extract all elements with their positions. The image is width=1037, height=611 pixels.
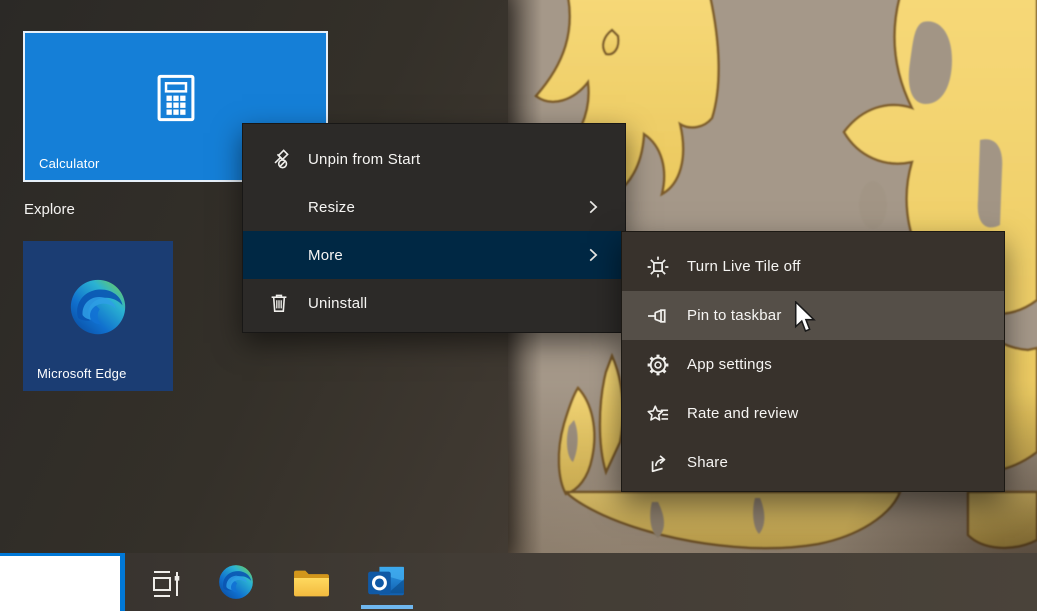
desktop-screen: Calculator Explore Microsoft Edge Unpin … — [0, 0, 1037, 611]
edge-logo-icon — [69, 278, 127, 336]
menu-item-share[interactable]: Share — [622, 438, 1004, 487]
menu-item-label: Turn Live Tile off — [687, 258, 990, 275]
calculator-icon — [157, 74, 195, 122]
menu-item-label: Unpin from Start — [308, 151, 611, 168]
menu-item-uninstall[interactable]: Uninstall — [243, 279, 625, 327]
tile-label: Microsoft Edge — [37, 366, 127, 381]
menu-item-label: Rate and review — [687, 405, 990, 422]
share-icon — [645, 450, 671, 476]
taskbar-edge-button[interactable] — [206, 553, 266, 611]
start-section-label: Explore — [24, 201, 75, 218]
edge-icon — [218, 564, 254, 600]
tile-microsoft-edge[interactable]: Microsoft Edge — [23, 241, 173, 391]
menu-item-more[interactable]: More — [243, 231, 625, 279]
menu-item-label: Resize — [308, 199, 583, 216]
pin-icon — [645, 303, 671, 329]
menu-item-label: More — [308, 247, 583, 264]
live-tile-icon — [645, 254, 671, 280]
outlook-icon — [368, 565, 406, 599]
unpin-icon — [267, 147, 291, 171]
tile-label: Calculator — [39, 156, 100, 171]
folder-icon — [293, 567, 330, 598]
trash-icon — [267, 291, 291, 315]
chevron-right-icon — [583, 245, 603, 265]
active-app-indicator — [361, 605, 413, 609]
menu-item-turn-live-tile-off[interactable]: Turn Live Tile off — [622, 242, 1004, 291]
menu-item-label: Pin to taskbar — [687, 307, 990, 324]
tile-context-menu: Unpin from Start Resize More Uninstall — [242, 123, 626, 333]
menu-item-unpin-from-start[interactable]: Unpin from Start — [243, 135, 625, 183]
menu-item-label: Share — [687, 454, 990, 471]
taskbar-outlook-button[interactable] — [357, 553, 417, 611]
menu-item-resize[interactable]: Resize — [243, 183, 625, 231]
menu-item-label: App settings — [687, 356, 990, 373]
taskbar-search-box[interactable] — [0, 553, 125, 611]
menu-item-pin-to-taskbar[interactable]: Pin to taskbar — [622, 291, 1004, 340]
menu-item-app-settings[interactable]: App settings — [622, 340, 1004, 389]
task-view-icon — [149, 565, 183, 599]
taskbar-file-explorer-button[interactable] — [281, 553, 341, 611]
menu-item-rate-and-review[interactable]: Rate and review — [622, 389, 1004, 438]
rate-star-icon — [645, 401, 671, 427]
chevron-right-icon — [583, 197, 603, 217]
more-submenu: Turn Live Tile off Pin to taskbar App se… — [621, 231, 1005, 492]
taskbar — [0, 553, 1037, 611]
menu-item-label: Uninstall — [308, 295, 611, 312]
task-view-button[interactable] — [136, 553, 196, 611]
gear-icon — [645, 352, 671, 378]
